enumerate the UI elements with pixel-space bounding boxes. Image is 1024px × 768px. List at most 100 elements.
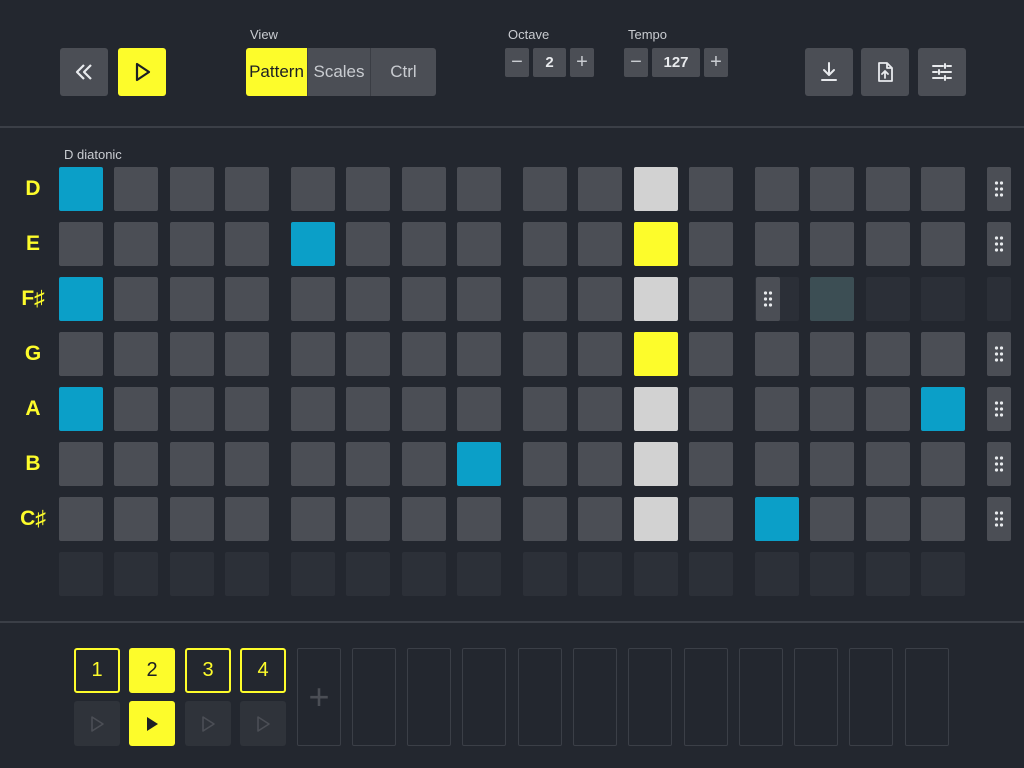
step-cell[interactable] (866, 332, 910, 376)
step-cell[interactable] (402, 332, 446, 376)
row-drag-handle[interactable] (987, 277, 1011, 321)
step-cell[interactable] (634, 277, 678, 321)
step-cell[interactable] (523, 167, 567, 211)
step-cell[interactable] (866, 277, 910, 321)
step-cell[interactable] (689, 332, 733, 376)
pattern-play-button[interactable] (74, 701, 120, 746)
step-cell[interactable] (523, 222, 567, 266)
pattern-play-button[interactable] (240, 701, 286, 746)
settings-button[interactable] (918, 48, 966, 96)
step-cell[interactable] (291, 442, 335, 486)
step-cell[interactable] (921, 222, 965, 266)
step-cell[interactable] (59, 442, 103, 486)
step-cell[interactable] (921, 332, 965, 376)
octave-increase-button[interactable]: + (570, 48, 594, 77)
step-cell[interactable] (225, 442, 269, 486)
step-cell[interactable] (59, 387, 103, 431)
rewind-button[interactable] (60, 48, 108, 96)
step-cell[interactable] (921, 497, 965, 541)
row-drag-handle[interactable] (987, 222, 1011, 266)
step-cell[interactable] (170, 442, 214, 486)
step-cell[interactable] (810, 277, 854, 321)
pattern-play-button[interactable] (129, 701, 175, 746)
step-cell[interactable] (866, 497, 910, 541)
row-drag-handle[interactable] (987, 332, 1011, 376)
step-cell[interactable] (689, 442, 733, 486)
step-cell[interactable] (225, 387, 269, 431)
step-cell[interactable] (921, 387, 965, 431)
step-cell[interactable] (225, 497, 269, 541)
step-cell[interactable] (114, 167, 158, 211)
step-cell[interactable] (755, 167, 799, 211)
step-cell[interactable] (170, 332, 214, 376)
step-cell[interactable] (114, 497, 158, 541)
step-cell[interactable] (170, 167, 214, 211)
step-cell[interactable] (346, 442, 390, 486)
step-cell[interactable] (866, 222, 910, 266)
step-cell[interactable] (523, 277, 567, 321)
step-cell[interactable] (755, 332, 799, 376)
step-cell[interactable] (346, 387, 390, 431)
step-cell[interactable] (921, 442, 965, 486)
step-cell[interactable] (578, 497, 622, 541)
step-cell[interactable] (810, 332, 854, 376)
step-cell[interactable] (578, 277, 622, 321)
pattern-button[interactable]: 3 (185, 648, 231, 693)
step-cell[interactable] (755, 387, 799, 431)
step-cell[interactable] (170, 387, 214, 431)
step-cell[interactable] (755, 497, 799, 541)
step-cell[interactable] (346, 332, 390, 376)
tempo-increase-button[interactable]: + (704, 48, 728, 77)
step-cell[interactable] (755, 442, 799, 486)
view-pattern-button[interactable]: Pattern (246, 48, 308, 96)
step-cell[interactable] (578, 167, 622, 211)
step-cell[interactable] (170, 222, 214, 266)
step-cell[interactable] (634, 442, 678, 486)
step-cell[interactable] (921, 277, 965, 321)
step-cell[interactable] (810, 497, 854, 541)
step-cell[interactable] (578, 332, 622, 376)
download-button[interactable] (805, 48, 853, 96)
step-cell[interactable] (402, 387, 446, 431)
step-cell[interactable] (114, 332, 158, 376)
step-cell[interactable] (114, 387, 158, 431)
step-cell[interactable] (225, 332, 269, 376)
step-cell[interactable] (59, 222, 103, 266)
step-cell[interactable] (291, 332, 335, 376)
step-cell[interactable] (457, 167, 501, 211)
step-cell[interactable] (457, 332, 501, 376)
step-cell[interactable] (866, 167, 910, 211)
step-cell[interactable] (225, 222, 269, 266)
row-drag-handle[interactable] (987, 167, 1011, 211)
step-cell[interactable] (114, 222, 158, 266)
step-cell[interactable] (346, 222, 390, 266)
step-cell[interactable] (457, 442, 501, 486)
step-cell[interactable] (170, 497, 214, 541)
step-cell[interactable] (59, 332, 103, 376)
step-cell[interactable] (689, 222, 733, 266)
row-drag-handle[interactable] (987, 442, 1011, 486)
step-cell[interactable] (457, 497, 501, 541)
pattern-button[interactable]: 2 (129, 648, 175, 693)
step-cell[interactable] (810, 222, 854, 266)
step-cell[interactable] (402, 442, 446, 486)
step-cell[interactable] (457, 387, 501, 431)
step-cell[interactable] (689, 167, 733, 211)
step-cell[interactable] (810, 442, 854, 486)
step-cell[interactable] (634, 222, 678, 266)
step-cell[interactable] (523, 442, 567, 486)
step-cell[interactable] (578, 442, 622, 486)
step-cell[interactable] (402, 167, 446, 211)
step-cell[interactable] (457, 222, 501, 266)
step-cell[interactable] (689, 277, 733, 321)
step-cell[interactable] (578, 222, 622, 266)
step-cell[interactable] (225, 167, 269, 211)
play-button[interactable] (118, 48, 166, 96)
step-cell[interactable] (59, 497, 103, 541)
step-cell[interactable] (634, 167, 678, 211)
octave-decrease-button[interactable]: − (505, 48, 529, 77)
pattern-button[interactable]: 4 (240, 648, 286, 693)
step-cell[interactable] (523, 387, 567, 431)
step-cell[interactable] (114, 442, 158, 486)
row-drag-handle[interactable] (987, 387, 1011, 431)
